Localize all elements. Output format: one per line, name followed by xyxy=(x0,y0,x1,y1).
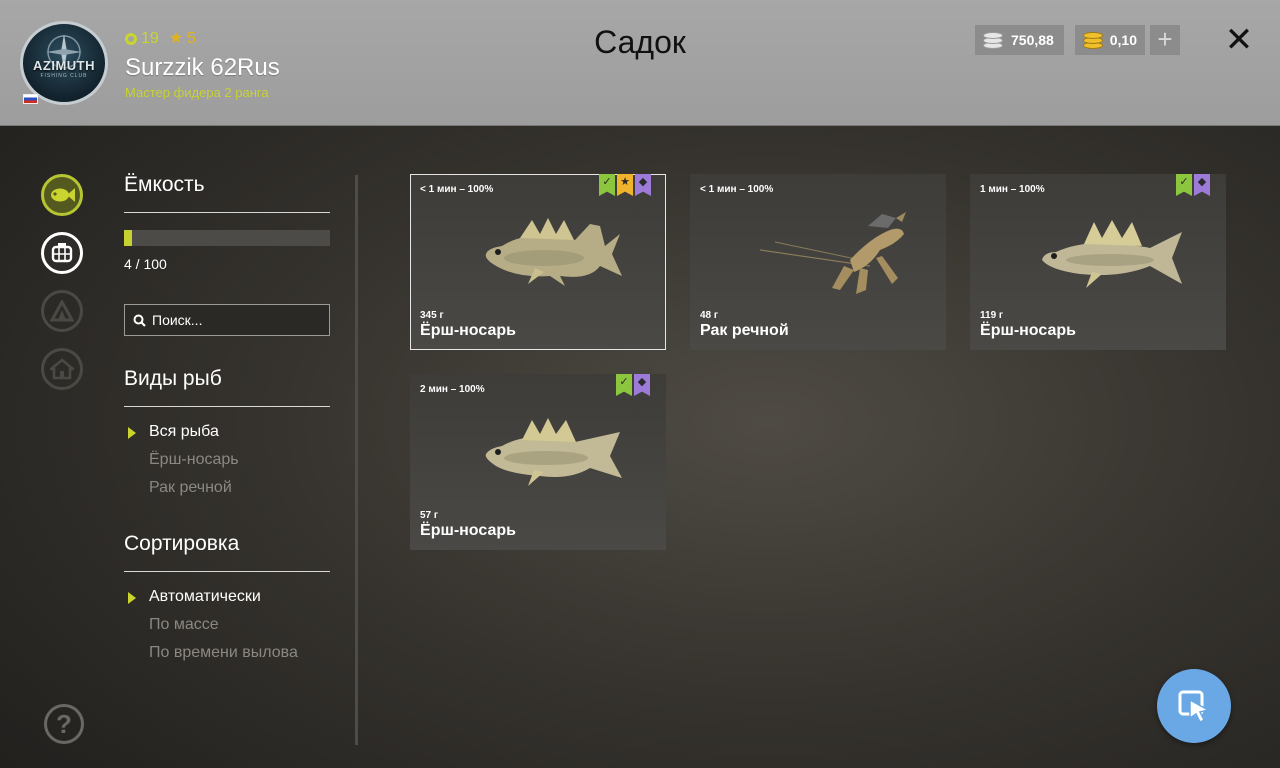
star-icon: ★ xyxy=(168,30,184,47)
silver-coins-icon xyxy=(983,30,1005,50)
fish-icon xyxy=(51,188,75,202)
level-stat: 19 xyxy=(125,30,159,48)
top-bar: AZIMUTH FISHING CLUB 19 ★ 5 Surzzik 62Ru… xyxy=(0,0,1280,126)
cursor-mode-button[interactable] xyxy=(1157,669,1231,743)
home-icon xyxy=(50,358,74,380)
catch-time: < 1 мин – 100% xyxy=(700,184,774,195)
sort-option-weight[interactable]: По массе xyxy=(149,616,219,634)
gold-value: 0,10 xyxy=(1109,32,1137,48)
rail-keepnet-button[interactable] xyxy=(41,232,83,274)
catch-badges: ✓ ★ ◆ xyxy=(599,174,651,196)
keepnet-icon xyxy=(51,243,73,263)
catch-name: Ёрш-носарь xyxy=(420,322,516,339)
tent-icon xyxy=(50,300,74,322)
ruffe-fish-icon xyxy=(485,418,622,486)
badge-check-icon: ✓ xyxy=(1176,174,1192,196)
rail-home-button[interactable] xyxy=(41,348,83,390)
badge-star-icon: ★ xyxy=(617,174,633,196)
catch-badges: ✓ ◆ xyxy=(616,374,650,396)
badge-diamond-icon: ◆ xyxy=(634,374,650,396)
avatar-logo-text: AZIMUTH xyxy=(33,58,95,73)
silver-balance: 750,88 xyxy=(975,25,1064,55)
badge-check-icon: ✓ xyxy=(616,374,632,396)
catch-time: 2 мин – 100% xyxy=(420,384,485,395)
catch-weight: 119 г xyxy=(980,310,1004,321)
capacity-bar-fill xyxy=(124,230,133,246)
catch-card[interactable]: 1 мин – 100% ✓ ◆ 119 г Ёрш-носарь xyxy=(970,174,1226,350)
avatar-logo-subtext: FISHING CLUB xyxy=(40,73,88,79)
capacity-label: 4 / 100 xyxy=(124,256,167,272)
cursor-pointer-icon xyxy=(1178,690,1211,724)
catch-badges: ✓ ◆ xyxy=(1176,174,1210,196)
ruffe-fish-icon xyxy=(1042,220,1182,288)
badge-check-icon: ✓ xyxy=(599,174,615,196)
species-option-crayfish[interactable]: Рак речной xyxy=(149,479,232,497)
player-rank: Мастер фидера 2 ранга xyxy=(125,85,269,100)
sort-option-auto[interactable]: Автоматически xyxy=(149,588,261,606)
catch-weight: 345 г xyxy=(420,310,444,321)
level-icon xyxy=(125,33,137,45)
species-option-ruffe[interactable]: Ёрш-носарь xyxy=(149,451,239,469)
species-divider xyxy=(124,406,330,407)
search-input[interactable] xyxy=(152,312,322,328)
catch-time: 1 мин – 100% xyxy=(980,184,1045,195)
catch-card[interactable]: < 1 мин – 100% ✓ ★ ◆ 345 г Ёрш-носарь xyxy=(410,174,666,350)
catch-card[interactable]: < 1 мин – 100% 48 г Рак речной xyxy=(690,174,946,350)
rail-tent-button[interactable] xyxy=(41,290,83,332)
gold-balance: 0,10 xyxy=(1075,25,1145,55)
player-name: Surzzik 62Rus xyxy=(125,54,280,81)
sort-title: Сортировка xyxy=(124,532,240,555)
gold-coins-icon xyxy=(1083,30,1104,50)
species-selected-arrow-icon xyxy=(128,427,136,439)
species-option-all[interactable]: Вся рыба xyxy=(149,423,219,441)
catch-name: Ёрш-носарь xyxy=(420,522,516,539)
player-stats: 19 ★ 5 xyxy=(125,30,196,48)
country-flag-icon xyxy=(23,94,38,104)
level-value: 19 xyxy=(141,30,159,47)
page-title: Садок xyxy=(594,24,686,60)
badge-diamond-icon: ◆ xyxy=(635,174,651,196)
stars-value: 5 xyxy=(187,30,197,47)
badge-diamond-icon: ◆ xyxy=(1194,174,1210,196)
catch-weight: 57 г xyxy=(420,510,439,521)
close-button[interactable]: ✕ xyxy=(1222,23,1256,57)
panel-divider xyxy=(355,175,358,745)
rail-fish-button[interactable] xyxy=(41,174,83,216)
species-title: Виды рыб xyxy=(124,367,222,390)
stars-stat: ★ 5 xyxy=(169,30,196,48)
catch-time: < 1 мин – 100% xyxy=(420,184,494,195)
sort-selected-arrow-icon xyxy=(128,592,136,604)
capacity-bar xyxy=(124,230,330,246)
search-box[interactable] xyxy=(124,304,330,336)
capacity-divider xyxy=(124,212,330,213)
crayfish-icon xyxy=(759,212,906,294)
avatar[interactable]: AZIMUTH FISHING CLUB xyxy=(20,21,108,105)
add-currency-button[interactable]: + xyxy=(1150,25,1180,55)
catch-card[interactable]: 2 мин – 100% ✓ ◆ 57 г Ёрш-носарь xyxy=(410,374,666,550)
catch-weight: 48 г xyxy=(700,310,719,321)
ruffe-fish-icon xyxy=(485,218,622,286)
catch-name: Рак речной xyxy=(700,322,789,339)
sort-divider xyxy=(124,571,330,572)
search-icon xyxy=(133,314,146,327)
help-button[interactable]: ? xyxy=(44,704,84,744)
catch-name: Ёрш-носарь xyxy=(980,322,1076,339)
silver-value: 750,88 xyxy=(1011,32,1054,48)
sort-option-time[interactable]: По времени вылова xyxy=(149,644,298,662)
capacity-title: Ёмкость xyxy=(124,173,205,196)
